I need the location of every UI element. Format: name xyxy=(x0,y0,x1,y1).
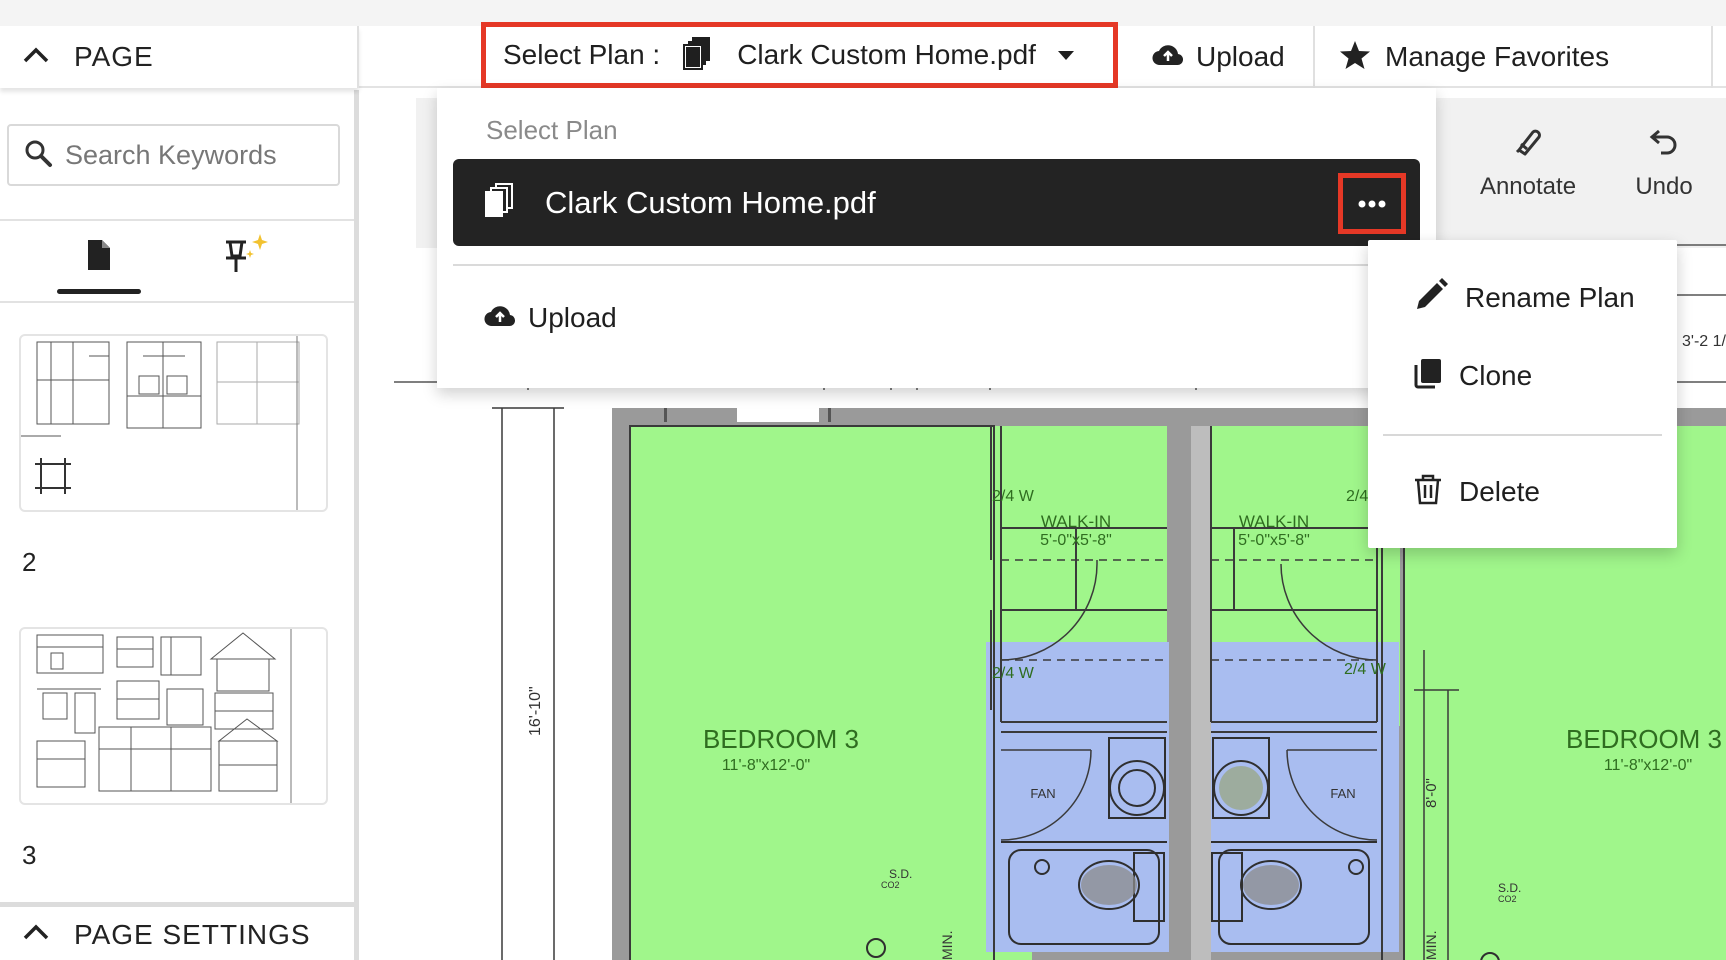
delete-menu-item[interactable]: Delete xyxy=(1413,473,1540,510)
delete-label: Delete xyxy=(1459,475,1540,507)
tab-active-indicator xyxy=(57,289,141,294)
undo-tool[interactable]: Undo xyxy=(1614,124,1714,204)
manage-favorites-button[interactable]: Manage Favorites xyxy=(1315,26,1713,88)
documents-icon xyxy=(682,35,712,76)
undo-label: Undo xyxy=(1635,173,1693,200)
chevron-up-icon xyxy=(22,923,50,946)
fan-left-label: FAN xyxy=(1030,786,1055,801)
walkin-right-dim: 5'-0"x5'-8" xyxy=(1238,532,1310,549)
page-section-header[interactable]: PAGE xyxy=(0,26,359,88)
door-label-c: 2/4 W xyxy=(992,665,1035,682)
sd-left-label: S.D. xyxy=(889,867,912,881)
clone-menu-item[interactable]: Clone xyxy=(1413,357,1532,394)
sd-right-label: S.D. xyxy=(1498,881,1521,895)
star-icon xyxy=(1339,39,1371,76)
rename-plan-menu-item[interactable]: Rename Plan xyxy=(1413,277,1635,318)
plan-context-menu: Rename Plan Clone Delete xyxy=(1368,240,1677,548)
select-plan-button[interactable]: Select Plan : Clark Custom Home.pdf xyxy=(481,22,1118,88)
dim-right-label: 8'-0" xyxy=(1423,778,1440,808)
chevron-up-icon xyxy=(22,46,50,69)
undo-icon xyxy=(1647,124,1681,163)
menu-divider xyxy=(1383,434,1662,436)
dim-top-right-label: 3'-2 1/ xyxy=(1682,333,1726,350)
dropdown-upload-button[interactable]: Upload xyxy=(484,302,617,334)
min-right-label: MIN. xyxy=(1423,930,1439,960)
select-plan-label: Select Plan : xyxy=(503,39,661,70)
upload-label: Upload xyxy=(1196,41,1285,72)
pin-sparkle-icon xyxy=(218,234,274,280)
document-icon xyxy=(86,238,112,277)
clone-icon xyxy=(1413,357,1443,394)
clone-label: Clone xyxy=(1459,359,1533,391)
walkin-left-dim: 5'-0"x5'-8" xyxy=(1040,532,1112,549)
dropdown-divider xyxy=(453,264,1420,266)
tab-pages[interactable] xyxy=(57,238,141,294)
page-number-2: 2 xyxy=(22,547,37,577)
dim-vertical-label: 16'-10" xyxy=(527,686,544,736)
page-sidebar: 2 3 PAGE SETTINGS xyxy=(0,90,359,960)
select-plan-dropdown: Select Plan Clark Custom Home.pdf Upload xyxy=(437,88,1436,388)
co2-right-label: CO2 xyxy=(1498,894,1517,904)
manage-favorites-label: Manage Favorites xyxy=(1385,41,1610,72)
door-label-a: 2/4 W xyxy=(992,488,1035,505)
fan-right-label: FAN xyxy=(1330,786,1355,801)
page-thumbnail-2[interactable] xyxy=(19,334,328,512)
search-icon xyxy=(23,138,53,173)
bedroom-left-label: BEDROOM 3 xyxy=(703,724,859,754)
plan-list-item[interactable]: Clark Custom Home.pdf xyxy=(453,159,1420,246)
annotate-label: Annotate xyxy=(1479,173,1577,200)
annotate-tool[interactable]: Annotate xyxy=(1472,124,1584,204)
min-left-label: MIN. xyxy=(939,930,955,960)
page-settings-label: PAGE SETTINGS xyxy=(74,918,311,950)
page-thumbnail-3[interactable] xyxy=(19,627,328,805)
rename-plan-label: Rename Plan xyxy=(1465,281,1635,313)
cloud-upload-icon xyxy=(1152,43,1184,72)
plan-more-options-button[interactable] xyxy=(1338,173,1406,234)
tab-pins[interactable] xyxy=(218,230,278,286)
search-box[interactable] xyxy=(7,124,340,186)
selected-plan-name: Clark Custom Home.pdf xyxy=(737,39,1036,70)
search-input[interactable] xyxy=(65,139,325,171)
caret-down-icon xyxy=(1057,50,1074,60)
bedroom-left-area xyxy=(630,426,1032,960)
bedroom-left-dim: 11'-8"x12'-0" xyxy=(722,757,810,774)
walkin-left-label: WALK-IN xyxy=(1041,512,1111,531)
pencil-icon xyxy=(1413,277,1449,318)
trash-icon xyxy=(1413,473,1443,510)
bedroom-right-dim: 11'-8"x12'-0" xyxy=(1604,757,1692,774)
page-number-3: 3 xyxy=(22,840,37,870)
more-horizontal-icon xyxy=(1358,195,1386,213)
dropdown-title: Select Plan xyxy=(486,115,618,145)
walkin-right-label: WALK-IN xyxy=(1239,512,1309,531)
dropdown-upload-label: Upload xyxy=(528,302,617,333)
sidebar-divider xyxy=(0,301,354,303)
upload-button[interactable]: Upload xyxy=(1118,26,1315,88)
page-section-label: PAGE xyxy=(74,41,154,72)
annotate-icon xyxy=(1511,124,1545,163)
plan-name: Clark Custom Home.pdf xyxy=(545,184,876,220)
bedroom-right-label: BEDROOM 3 xyxy=(1566,724,1722,754)
sidebar-divider xyxy=(0,219,354,221)
page-settings-header[interactable]: PAGE SETTINGS xyxy=(0,902,354,960)
documents-icon xyxy=(483,181,515,224)
co2-left-label: CO2 xyxy=(881,880,900,890)
door-label-b: 2/4 xyxy=(1346,488,1368,505)
cloud-upload-icon xyxy=(484,304,516,333)
door-label-d: 2/4 W xyxy=(1344,661,1387,678)
